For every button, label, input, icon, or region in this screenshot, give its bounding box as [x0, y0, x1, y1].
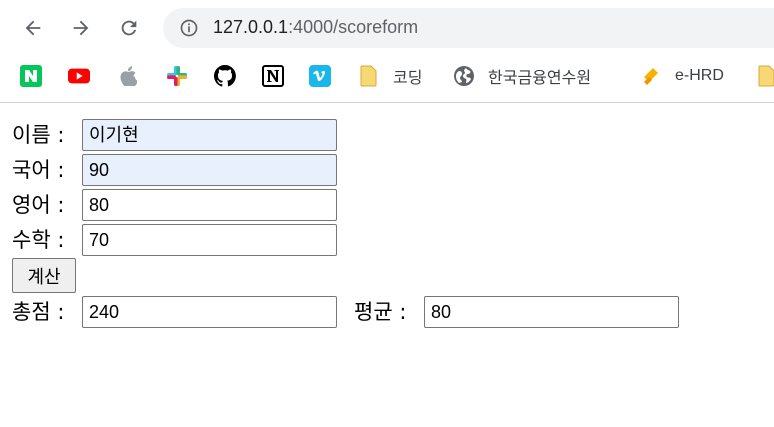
- english-row: 영어 :: [12, 188, 64, 220]
- url-text: 127.0.0.1:4000/scoreform: [213, 17, 418, 38]
- forward-arrow-icon: [73, 20, 89, 36]
- calculate-button[interactable]: 계산: [12, 258, 76, 293]
- bookmark-slack[interactable]: [166, 63, 188, 89]
- naver-icon: [20, 65, 42, 87]
- folder-icon: [358, 65, 380, 87]
- average-score-input[interactable]: 80: [424, 296, 679, 328]
- math-label: 수학 :: [12, 228, 65, 252]
- name-row: 이름 :: [12, 118, 64, 150]
- bookmark-notion[interactable]: [262, 63, 284, 89]
- vimeo-icon: [309, 65, 331, 87]
- address-bar[interactable]: 127.0.0.1:4000/scoreform: [163, 8, 774, 48]
- bookmark-label: 한국금융연수원: [488, 70, 592, 87]
- slack-icon: [166, 65, 188, 87]
- github-icon: [214, 65, 236, 87]
- url-host: 127.0.0.1: [213, 17, 289, 37]
- ehrd-icon: [640, 65, 662, 87]
- back-button[interactable]: [17, 12, 49, 44]
- folder-icon: [756, 65, 774, 87]
- total-score-input[interactable]: 240: [82, 296, 337, 328]
- korean-score-input[interactable]: 90: [82, 154, 337, 186]
- back-arrow-icon: [25, 20, 41, 36]
- average-row: 평균 :: [354, 295, 406, 327]
- math-row: 수학 :: [12, 223, 64, 255]
- korean-row: 국어 :: [12, 153, 64, 185]
- korean-label: 국어 :: [12, 158, 65, 182]
- bookmark-folder-coding[interactable]: 코딩: [358, 63, 422, 89]
- english-score-input[interactable]: 80: [82, 189, 337, 221]
- english-label: 영어 :: [12, 193, 65, 217]
- bookmark-ehrd[interactable]: e-HRD: [640, 63, 724, 89]
- globe-icon: [453, 65, 475, 87]
- youtube-icon: [68, 65, 90, 87]
- url-path: :4000/scoreform: [288, 17, 419, 37]
- name-label: 이름 :: [12, 123, 65, 147]
- notion-icon: [262, 65, 284, 87]
- apple-icon: [117, 65, 139, 87]
- reload-button[interactable]: [113, 12, 145, 44]
- bookmark-label: 코딩: [393, 70, 423, 87]
- bookmark-label: e-HRD: [675, 67, 724, 84]
- forward-button[interactable]: [65, 12, 97, 44]
- math-score-input[interactable]: 70: [82, 224, 337, 256]
- average-label: 평균 :: [354, 300, 407, 324]
- bookmarks-bar: 코딩 한국금융연수원 e-HRD: [0, 56, 774, 103]
- bookmark-kbi[interactable]: 한국금융연수원: [453, 63, 591, 89]
- browser-toolbar: 127.0.0.1:4000/scoreform: [0, 0, 774, 56]
- bookmark-github[interactable]: [214, 63, 236, 89]
- site-info-icon[interactable]: [179, 18, 199, 38]
- result-row: 총점 :: [12, 295, 64, 327]
- bookmark-youtube[interactable]: [68, 63, 90, 89]
- total-label: 총점 :: [12, 300, 65, 324]
- reload-icon: [121, 20, 137, 36]
- bookmark-naver[interactable]: [20, 63, 42, 89]
- bookmark-vimeo[interactable]: [309, 63, 331, 89]
- bookmark-apple[interactable]: [117, 63, 139, 89]
- name-input[interactable]: 이기현: [82, 119, 337, 151]
- bookmark-folder-more[interactable]: [756, 63, 774, 89]
